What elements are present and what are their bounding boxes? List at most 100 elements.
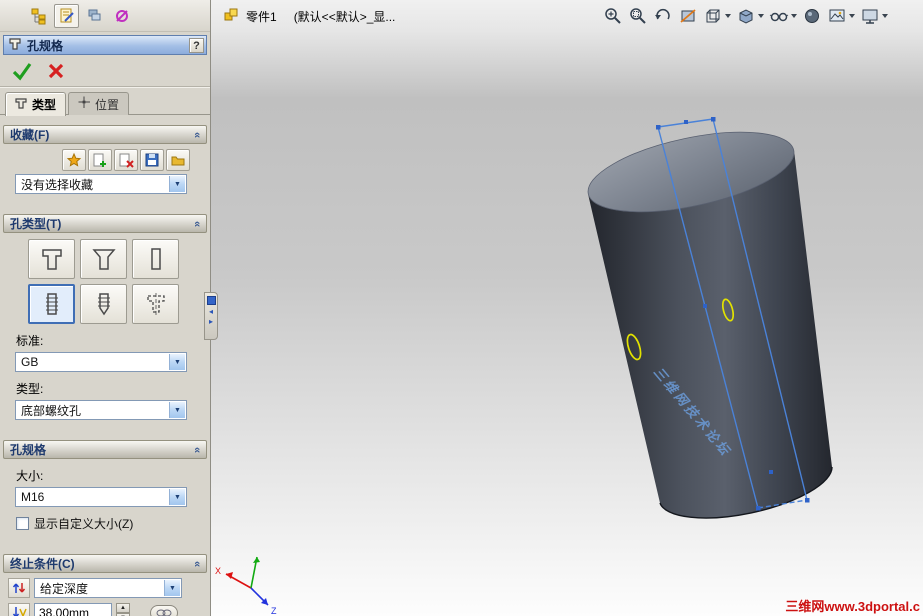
collapse-chevron-icon: «	[190, 560, 203, 567]
end-condition-value: 给定深度	[40, 581, 89, 596]
panel-title: 孔规格	[27, 38, 64, 53]
tab-type[interactable]: 类型	[5, 92, 67, 116]
favorites-dropdown[interactable]: 没有选择收藏 ▼	[15, 174, 187, 194]
countersink-icon[interactable]	[80, 239, 127, 279]
manager-tab-bar	[0, 0, 210, 32]
view-orientation-icon[interactable]	[702, 5, 732, 27]
triad-z-label: Z	[271, 606, 277, 616]
section-view-icon[interactable]	[677, 5, 699, 27]
hole-wizard-icon	[8, 37, 22, 54]
hole-type-title: 孔类型(T)	[10, 217, 62, 231]
favorite-load-icon[interactable]	[166, 149, 190, 171]
size-label: 大小:	[16, 469, 44, 483]
hole-type-grid	[28, 239, 210, 324]
property-tab-strip: 类型 位置	[0, 87, 210, 116]
position-tab-icon	[78, 96, 91, 112]
end-condition-dropdown[interactable]: 给定深度 ▼	[34, 578, 182, 598]
standard-dropdown[interactable]: GB ▼	[15, 352, 187, 372]
standard-value: GB	[21, 355, 39, 369]
configuration-text: (默认<<默认>_显...	[293, 10, 396, 24]
hole-icon[interactable]	[132, 239, 179, 279]
tab-type-label: 类型	[32, 98, 57, 112]
show-custom-size-label: 显示自定义大小(Z)	[34, 517, 134, 531]
help-button[interactable]: ?	[189, 38, 204, 53]
coordinate-triad: X Z	[215, 556, 277, 616]
hole-type-dropdown[interactable]: 底部螺纹孔 ▼	[15, 400, 187, 420]
3d-model-canvas[interactable]: 三维网技术论坛 X Z	[211, 0, 923, 616]
favorites-dropdown-value: 没有选择收藏	[21, 177, 94, 192]
depth-spinner: ▲ ▼	[116, 603, 130, 616]
favorite-add-icon[interactable]	[88, 149, 112, 171]
favorites-section-header[interactable]: 收藏(F) «	[3, 125, 207, 144]
favorite-save-icon[interactable]	[140, 149, 164, 171]
ok-button[interactable]	[10, 59, 34, 83]
reverse-direction-icon[interactable]	[8, 578, 30, 598]
apply-scene-icon[interactable]	[826, 5, 856, 27]
document-header: 零件1 (默认<<默认>_显...	[223, 7, 395, 26]
flyout-pin-icon	[206, 296, 216, 305]
legacy-hole-icon[interactable]	[132, 284, 179, 324]
edit-appearance-icon[interactable]	[801, 5, 823, 27]
triad-x-label: X	[215, 566, 221, 576]
depth-input[interactable]	[34, 603, 112, 616]
property-manager-panel: 孔规格 ? 类型 位置 收藏(F) « 没有选择收藏 ▼ 孔类型(T) « 标准…	[0, 0, 211, 616]
zoom-in-icon[interactable]	[602, 5, 624, 27]
flyout-left-arrow-icon: ◂	[208, 307, 213, 316]
hole-spec-section-header[interactable]: 孔规格 «	[3, 440, 207, 459]
view-settings-icon[interactable]	[859, 5, 889, 27]
link-value-icon[interactable]	[150, 605, 178, 616]
dropdown-arrow-icon: ▼	[169, 402, 185, 418]
hide-show-items-icon[interactable]	[768, 5, 798, 27]
property-manager-title-bar: 孔规格 ?	[3, 35, 207, 55]
favorite-delete-icon[interactable]	[114, 149, 138, 171]
site-watermark: 三维网www.3dportal.c	[785, 599, 920, 614]
cancel-button[interactable]	[44, 59, 68, 83]
dimxpertmanager-icon[interactable]	[110, 4, 135, 28]
spin-up-button[interactable]: ▲	[116, 603, 130, 613]
propertymanager-icon[interactable]	[54, 3, 79, 28]
panel-flyout-handle[interactable]: ◂ ▸	[204, 292, 218, 340]
dropdown-arrow-icon: ▼	[169, 354, 185, 370]
hole-type-section-header[interactable]: 孔类型(T) «	[3, 214, 207, 233]
show-custom-size-checkbox[interactable]	[16, 517, 29, 530]
favorite-apply-defaults-icon[interactable]	[62, 149, 86, 171]
collapse-chevron-icon: «	[190, 131, 203, 138]
type-tab-icon	[15, 97, 28, 113]
tapered-tap-icon[interactable]	[80, 284, 127, 324]
previous-view-icon[interactable]	[652, 5, 674, 27]
dropdown-caret-icon	[725, 14, 731, 18]
property-manager-content: 收藏(F) « 没有选择收藏 ▼ 孔类型(T) « 标准: GB ▼ 类型: 底…	[0, 125, 210, 616]
type-label: 类型:	[16, 382, 44, 396]
dropdown-caret-icon	[882, 14, 888, 18]
dropdown-arrow-icon: ▼	[169, 176, 185, 192]
display-style-icon[interactable]	[735, 5, 765, 27]
cylinder-model[interactable]	[581, 117, 833, 519]
zoom-area-icon[interactable]	[627, 5, 649, 27]
end-condition-title: 终止条件(C)	[10, 557, 75, 571]
size-value: M16	[21, 490, 45, 504]
end-condition-section-header[interactable]: 终止条件(C) «	[3, 554, 207, 573]
blind-depth-icon	[8, 603, 30, 616]
dropdown-arrow-icon: ▼	[169, 489, 185, 505]
hole-type-value: 底部螺纹孔	[21, 403, 82, 418]
configurationmanager-icon[interactable]	[82, 4, 107, 28]
standard-label: 标准:	[16, 334, 44, 348]
featuremanager-tree-icon[interactable]	[26, 4, 51, 28]
part-icon	[223, 7, 239, 26]
solidworks-window: 孔规格 ? 类型 位置 收藏(F) « 没有选择收藏 ▼ 孔类型(T) « 标准…	[0, 0, 923, 616]
collapse-chevron-icon: «	[190, 446, 203, 453]
straight-tap-icon[interactable]	[28, 284, 75, 324]
dropdown-caret-icon	[849, 14, 855, 18]
graphics-area[interactable]: 零件1 (默认<<默认>_显... 三维网技术论坛 X Z 三维网www.3dp…	[211, 0, 923, 616]
confirm-bar	[0, 55, 210, 87]
counterbore-icon[interactable]	[28, 239, 75, 279]
tab-position-label: 位置	[95, 97, 120, 112]
size-dropdown[interactable]: M16 ▼	[15, 487, 187, 507]
favorites-toolbar	[62, 149, 210, 171]
favorites-title: 收藏(F)	[10, 128, 50, 142]
dropdown-caret-icon	[791, 14, 797, 18]
dropdown-caret-icon	[758, 14, 764, 18]
collapse-chevron-icon: «	[190, 220, 203, 227]
hole-spec-title: 孔规格	[10, 443, 47, 457]
tab-position[interactable]: 位置	[68, 92, 130, 115]
